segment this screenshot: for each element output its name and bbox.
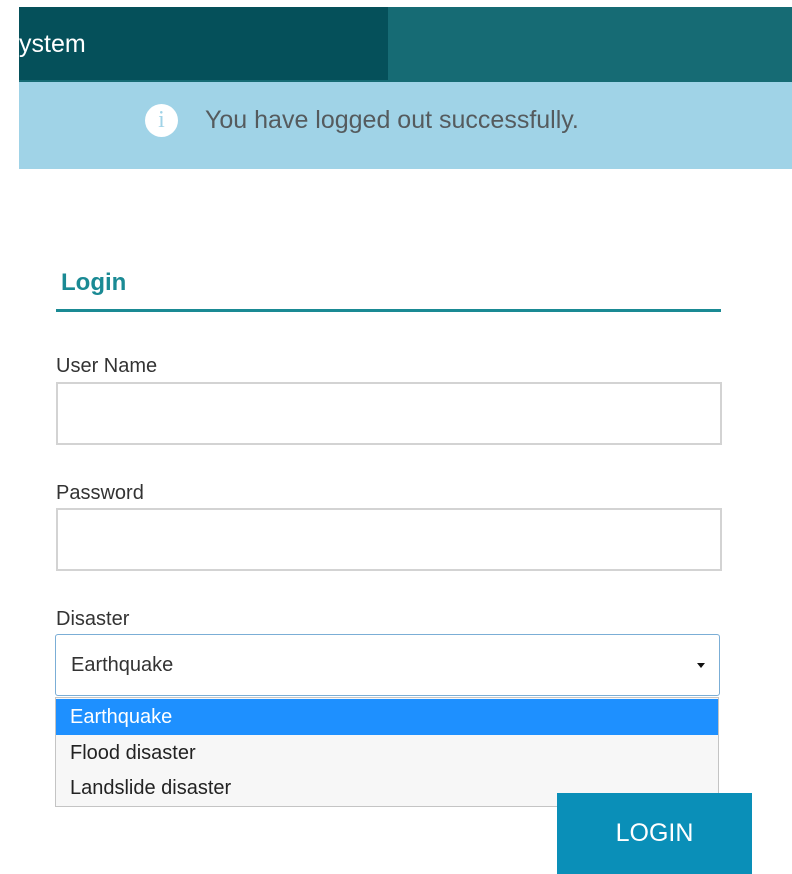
disaster-option-earthquake[interactable]: Earthquake (56, 699, 718, 735)
header-title-block: ystem (19, 7, 388, 80)
info-icon: i (145, 104, 178, 137)
app-title: ystem (19, 30, 86, 58)
login-heading-underline (56, 309, 721, 312)
disaster-label: Disaster (56, 608, 130, 630)
alert-message: You have logged out successfully. (205, 106, 579, 134)
disaster-dropdown-list: Earthquake Flood disaster Landslide disa… (55, 697, 719, 807)
username-label: User Name (56, 355, 158, 377)
login-page: ystem i You have logged out successfully… (0, 0, 792, 874)
caret-down-icon (697, 663, 705, 668)
disaster-option-flood[interactable]: Flood disaster (56, 735, 718, 771)
password-label: Password (56, 482, 144, 504)
login-button[interactable]: LOGIN (557, 793, 752, 874)
login-heading: Login (61, 269, 127, 296)
disaster-select[interactable]: Earthquake (55, 634, 720, 696)
disaster-selected-value: Earthquake (71, 654, 174, 676)
app-header: ystem (19, 7, 792, 82)
logout-alert: i You have logged out successfully. (19, 82, 792, 169)
password-input[interactable] (56, 508, 722, 571)
username-input[interactable] (56, 382, 722, 445)
